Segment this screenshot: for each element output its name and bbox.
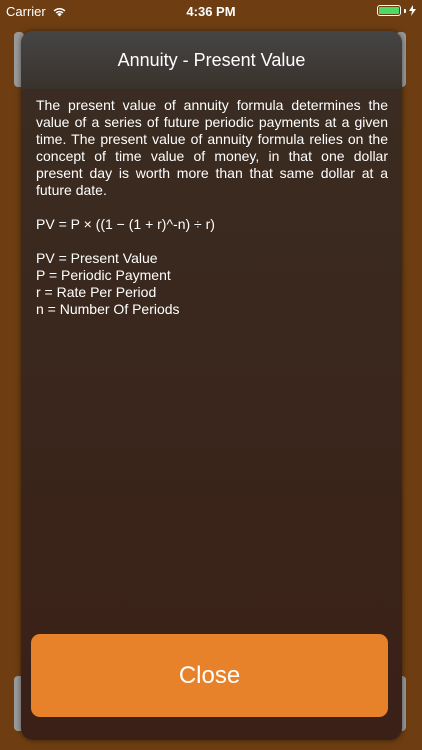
legend-item: PV = Present Value bbox=[36, 250, 158, 266]
status-right bbox=[377, 5, 416, 16]
status-bar: Carrier 4:36 PM bbox=[0, 0, 422, 22]
formula-text: PV = P × ((1 − (1 + r)^-n) ÷ r) bbox=[36, 216, 215, 232]
info-dialog: Annuity - Present Value The present valu… bbox=[21, 31, 402, 740]
formula-legend: PV = Present Value P = Periodic Payment … bbox=[36, 250, 388, 318]
dialog-title: Annuity - Present Value bbox=[117, 49, 306, 70]
close-button-label: Close bbox=[178, 661, 241, 689]
status-time: 4:36 PM bbox=[186, 4, 236, 19]
charging-bolt-icon bbox=[409, 5, 416, 16]
battery-icon bbox=[377, 5, 401, 16]
legend-item: n = Number Of Periods bbox=[36, 301, 180, 317]
close-button[interactable]: Close bbox=[31, 634, 388, 717]
legend-item: r = Rate Per Period bbox=[36, 284, 157, 300]
description-text: The present value of annuity formula det… bbox=[36, 97, 388, 198]
battery-cap bbox=[404, 8, 406, 13]
dialog-body: The present value of annuity formula det… bbox=[36, 97, 388, 318]
legend-item: P = Periodic Payment bbox=[36, 267, 171, 283]
dialog-header: Annuity - Present Value bbox=[21, 31, 402, 89]
